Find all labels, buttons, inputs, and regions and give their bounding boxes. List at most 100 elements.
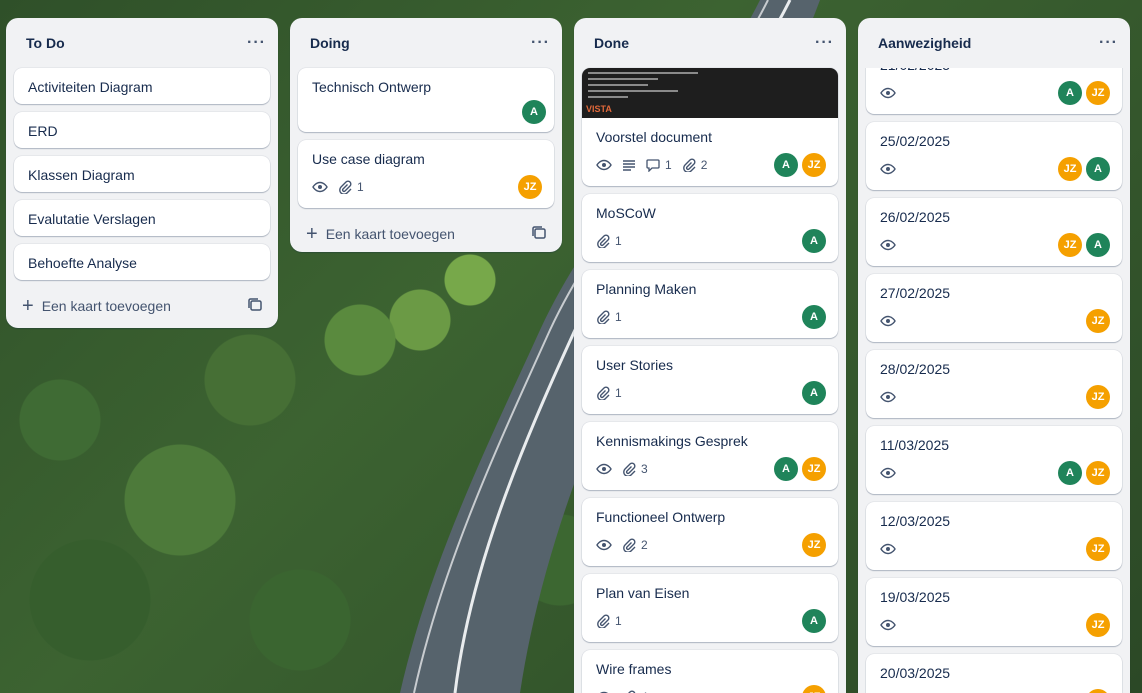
add-card-button[interactable]: + Een kaart toevoegen [306,224,455,244]
list-header: Aanwezigheid ··· [858,18,1130,68]
avatar[interactable]: JZ [1086,537,1110,561]
eye-icon [596,157,612,173]
add-card-button[interactable]: + Een kaart toevoegen [22,296,171,316]
card-members: A JZ [774,153,826,177]
card[interactable]: 26/02/2025 JZ A [866,198,1122,266]
template-icon[interactable] [532,225,546,243]
eye-icon [312,179,328,195]
card[interactable]: Use case diagram 1 JZ [298,140,554,208]
paperclip-icon [596,310,610,324]
list-title[interactable]: Doing [310,35,350,51]
more-icon[interactable]: ··· [531,34,550,52]
card[interactable]: 11/03/2025 A JZ [866,426,1122,494]
list-attendance: Aanwezigheid ··· 21/02/2025AJZ 25/02/2025… [858,18,1130,693]
avatar[interactable]: A [774,153,798,177]
card[interactable]: User Stories 1 A [582,346,838,414]
card-meta: JZ A [880,156,1110,182]
cover-logo-text: VISTA [586,104,612,114]
card-badges: 1 [312,179,364,195]
avatar[interactable]: A [802,381,826,405]
card[interactable]: Technisch Ontwerp A [298,68,554,132]
card[interactable]: MoSCoW 1 A [582,194,838,262]
paperclip-icon [596,234,610,248]
card-meta: 1A [596,304,826,330]
card[interactable]: 27/02/2025 JZ [866,274,1122,342]
card-title: Functioneel Ontwerp [596,509,726,525]
card-badges [880,541,896,557]
avatar[interactable]: A [1058,461,1082,485]
avatar[interactable]: JZ [802,685,826,693]
avatar[interactable]: A [1058,81,1082,105]
avatar[interactable]: JZ [1086,81,1110,105]
card-badges: 4 [596,689,648,693]
attachment-count: 2 [700,158,708,172]
avatar[interactable]: A [802,609,826,633]
card-meta: 2 JZ [596,532,826,558]
card-meta: JZ [880,536,1110,562]
card[interactable]: 20/03/2025 JZ [866,654,1122,693]
card-members: A [802,229,826,253]
card[interactable]: Behoefte Analyse [14,244,270,280]
more-icon[interactable]: ··· [815,34,834,52]
card[interactable]: 28/02/2025 JZ [866,350,1122,418]
list-title[interactable]: To Do [26,35,65,51]
list-title[interactable]: Done [594,35,629,51]
card[interactable]: Wire frames 4 JZ [582,650,838,693]
card-members: JZ [802,533,826,557]
card[interactable]: 12/03/2025 JZ [866,502,1122,570]
avatar[interactable]: A [1086,233,1110,257]
avatar[interactable]: JZ [802,457,826,481]
description-icon [622,158,636,172]
card-cover-image: VISTA [582,68,838,118]
card-badges [880,85,896,101]
template-icon[interactable] [248,297,262,315]
card-title: Technisch Ontwerp [312,79,432,95]
attachment-count: 2 [641,538,648,552]
more-icon[interactable]: ··· [247,34,266,52]
avatar[interactable]: JZ [802,153,826,177]
avatar[interactable]: JZ [1058,233,1082,257]
avatar[interactable]: JZ [1058,157,1082,181]
avatar[interactable]: JZ [1086,689,1110,693]
avatar[interactable]: JZ [1086,461,1110,485]
avatar[interactable]: JZ [518,175,542,199]
card[interactable]: Klassen Diagram [14,156,270,192]
card-meta: JZ [880,688,1110,693]
card-members: JZ [1086,689,1110,693]
list-title[interactable]: Aanwezigheid [878,35,971,51]
card[interactable]: Planning Maken 1 A [582,270,838,338]
avatar[interactable]: A [522,100,546,124]
avatar[interactable]: A [1086,157,1110,181]
card-badges [880,161,896,177]
card[interactable]: Kennismakings Gesprek 3 A JZ [582,422,838,490]
card-members: A [802,305,826,329]
card[interactable]: 25/02/2025 JZ A [866,122,1122,190]
attachment-count: 1 [615,386,622,400]
avatar[interactable]: A [802,229,826,253]
comment-icon [646,158,660,172]
list-todo: To Do ··· Activiteiten Diagram ERD Klass… [6,18,278,328]
attachment-count: 1 [615,234,622,248]
card[interactable]: Functioneel Ontwerp 2 JZ [582,498,838,566]
paperclip-icon [338,180,352,194]
avatar[interactable]: JZ [1086,309,1110,333]
avatar[interactable]: JZ [802,533,826,557]
eye-icon [596,689,612,693]
card[interactable]: 21/02/2025 AJZ [866,68,1122,114]
more-icon[interactable]: ··· [1099,34,1118,52]
card[interactable]: Activiteiten Diagram [14,68,270,104]
card[interactable]: VISTA Voorstel document 1 2 A JZ [582,68,838,186]
card-title: Wire frames [596,661,672,677]
avatar[interactable]: JZ [1086,613,1110,637]
card-badges [880,617,896,633]
card-title: Behoefte Analyse [28,255,137,271]
avatar[interactable]: A [802,305,826,329]
card[interactable]: 19/03/2025 JZ [866,578,1122,646]
card[interactable]: Evalutatie Verslagen [14,200,270,236]
avatar[interactable]: A [774,457,798,481]
card[interactable]: Plan van Eisen 1 A [582,574,838,642]
avatar[interactable]: JZ [1086,385,1110,409]
card-scroll-area[interactable]: 21/02/2025AJZ 25/02/2025JZA 26/02/2025JZA 2… [858,68,1130,693]
card[interactable]: ERD [14,112,270,148]
card-members: JZ [1086,537,1110,561]
